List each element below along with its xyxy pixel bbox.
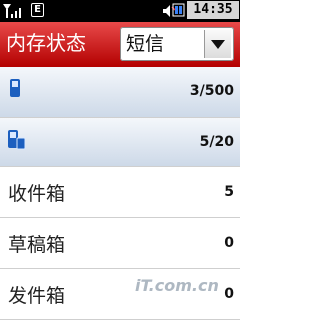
status-bar: E 14:35: [0, 0, 240, 22]
drafts-label: 草稿箱: [8, 234, 66, 256]
outbox-label: 发件箱: [8, 285, 66, 307]
inbox-label: 收件箱: [8, 183, 66, 205]
dropdown-value: 短信: [126, 33, 165, 55]
drafts-row[interactable]: 草稿箱 0: [0, 218, 240, 269]
drafts-count: 0: [224, 235, 234, 251]
page-title: 内存状态: [6, 31, 86, 55]
clock-time: 14:35: [187, 1, 239, 19]
phone-memory-icon: [10, 79, 20, 97]
edge-network-icon: E: [31, 3, 44, 17]
battery-icon: [172, 3, 185, 17]
chevron-down-icon: [211, 40, 225, 49]
dropdown-toggle-button[interactable]: [204, 30, 231, 58]
phone-memory-count: 3/500: [189, 83, 234, 99]
inbox-count: 5: [224, 184, 234, 200]
sim-memory-row: 5/20: [0, 118, 240, 167]
watermark: iT.com.cn: [135, 276, 219, 295]
header-bar: 内存状态 短信: [0, 22, 240, 67]
sim-card-icon: [8, 130, 26, 150]
phone-memory-row: 3/500: [0, 67, 240, 118]
signal-strength-icon: [3, 4, 21, 18]
sim-memory-count: 5/20: [199, 134, 234, 150]
outbox-count: 0: [224, 286, 234, 302]
inbox-row[interactable]: 收件箱 5: [0, 167, 240, 218]
message-type-dropdown[interactable]: 短信: [120, 27, 234, 61]
